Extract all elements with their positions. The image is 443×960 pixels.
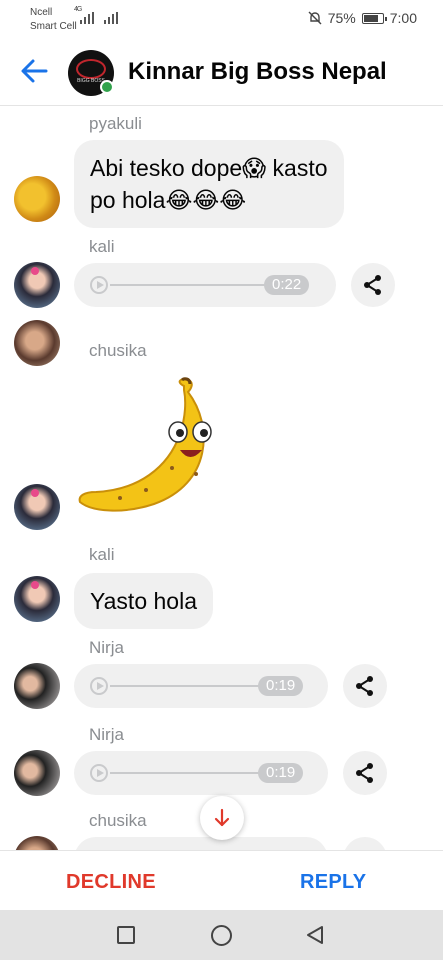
avatar[interactable] bbox=[14, 576, 60, 622]
play-icon[interactable] bbox=[90, 677, 108, 695]
signal-icon bbox=[80, 12, 94, 24]
sender-name: Nirja bbox=[89, 725, 124, 744]
decline-button[interactable]: DECLINE bbox=[66, 871, 156, 894]
sender-name: Nirja bbox=[89, 638, 124, 657]
message-text: Yasto hola bbox=[90, 588, 197, 614]
share-button[interactable] bbox=[351, 263, 395, 307]
recents-button[interactable] bbox=[117, 926, 135, 944]
share-icon bbox=[364, 275, 381, 295]
signal-icon-2 bbox=[104, 12, 118, 24]
status-bar: Ncell Smart Cell 4G 75% 7:00 bbox=[0, 0, 443, 40]
play-icon[interactable] bbox=[90, 764, 108, 782]
audio-duration: 0:19 bbox=[258, 763, 304, 783]
chat-title[interactable]: Kinnar Big Boss Nepal bbox=[128, 58, 387, 86]
online-indicator bbox=[100, 80, 114, 94]
audio-duration: 0:19 bbox=[258, 676, 304, 696]
battery-icon bbox=[361, 12, 387, 24]
sender-name: kali bbox=[89, 237, 115, 256]
audio-progress-track[interactable] bbox=[110, 685, 260, 687]
battery-percent: 75% bbox=[327, 10, 356, 26]
message-request-actions: DECLINE REPLY bbox=[0, 850, 443, 910]
share-icon bbox=[356, 676, 373, 696]
avatar[interactable] bbox=[14, 262, 60, 308]
arrow-down-icon bbox=[214, 808, 230, 827]
audio-progress-track[interactable] bbox=[110, 772, 260, 774]
banana-sticker[interactable] bbox=[76, 376, 226, 516]
avatar[interactable] bbox=[14, 663, 60, 709]
avatar[interactable] bbox=[14, 484, 60, 530]
carrier-name-1: Ncell bbox=[30, 7, 53, 18]
chat-header: BIGG BOSS Kinnar Big Boss Nepal bbox=[0, 40, 443, 106]
message-text-line: po hola😂😂😂 bbox=[90, 187, 247, 213]
share-button[interactable] bbox=[343, 837, 387, 850]
sender-name: pyakuli bbox=[89, 114, 142, 133]
message-text-line: Abi tesko dope😱 kasto bbox=[90, 155, 328, 181]
audio-message[interactable] bbox=[74, 837, 328, 850]
audio-message[interactable]: 0:22 bbox=[74, 263, 336, 307]
message-list[interactable]: pyakuli Abi tesko dope😱 kasto po hola😂😂😂… bbox=[0, 106, 443, 850]
share-button[interactable] bbox=[343, 664, 387, 708]
carrier-info: Ncell Smart Cell bbox=[30, 6, 77, 34]
sender-name: chusika bbox=[89, 341, 147, 360]
sender-name: kali bbox=[89, 545, 115, 564]
system-back-button[interactable] bbox=[304, 924, 326, 946]
audio-duration: 0:22 bbox=[264, 275, 310, 295]
system-nav-bar bbox=[0, 910, 443, 960]
scroll-to-bottom-button[interactable] bbox=[200, 796, 244, 840]
text-message-bubble[interactable]: Abi tesko dope😱 kasto po hola😂😂😂 bbox=[74, 140, 344, 228]
carrier-name-2: Smart Cell bbox=[30, 21, 77, 32]
reply-button[interactable]: REPLY bbox=[300, 871, 366, 894]
avatar[interactable] bbox=[14, 836, 60, 850]
audio-message[interactable]: 0:19 bbox=[74, 664, 328, 708]
audio-message[interactable]: 0:19 bbox=[74, 751, 328, 795]
play-icon[interactable] bbox=[90, 276, 108, 294]
mute-bell-icon bbox=[308, 11, 322, 25]
home-button[interactable] bbox=[211, 925, 232, 946]
status-right: 75% 7:00 bbox=[308, 10, 417, 26]
clock: 7:00 bbox=[389, 10, 417, 26]
avatar[interactable] bbox=[14, 176, 60, 222]
share-icon bbox=[356, 763, 373, 783]
avatar[interactable] bbox=[14, 320, 60, 366]
back-arrow-icon[interactable] bbox=[18, 54, 52, 88]
text-message-bubble[interactable]: Yasto hola bbox=[74, 573, 213, 629]
bigg-boss-eye-logo bbox=[76, 59, 106, 79]
sender-name: chusika bbox=[89, 811, 147, 830]
avatar[interactable] bbox=[14, 750, 60, 796]
share-button[interactable] bbox=[343, 751, 387, 795]
